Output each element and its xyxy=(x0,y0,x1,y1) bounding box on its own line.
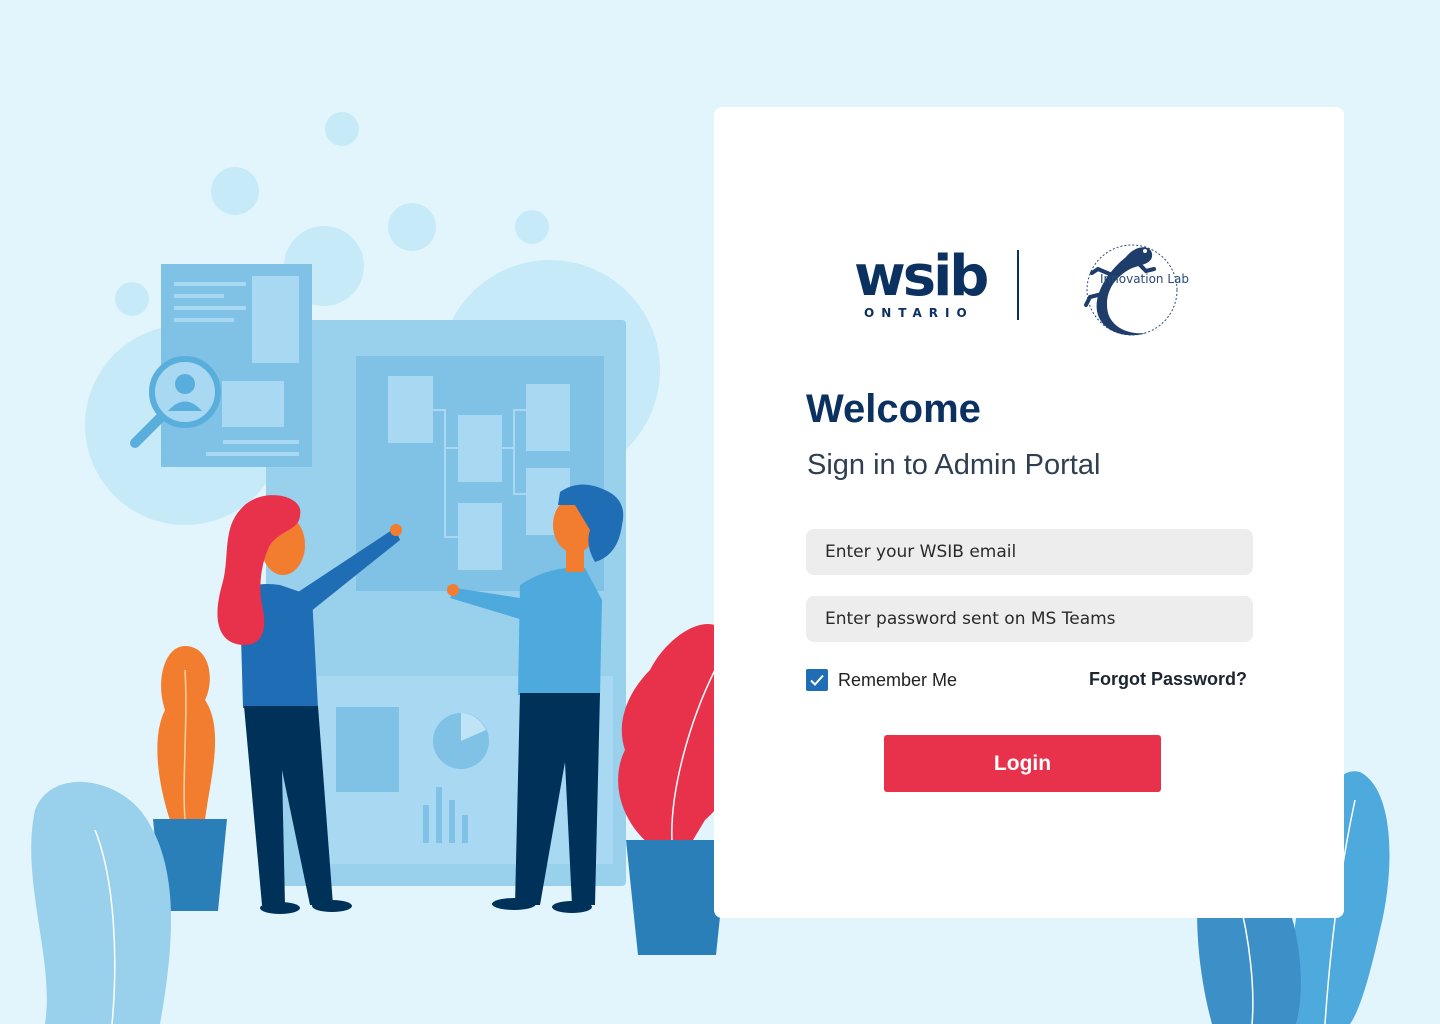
checkmark-icon xyxy=(810,674,824,686)
login-button[interactable]: Login xyxy=(884,735,1161,792)
forgot-password-link[interactable]: Forgot Password? xyxy=(1089,669,1247,690)
page-title: Welcome xyxy=(806,387,981,431)
salamander-icon xyxy=(1084,244,1178,336)
remember-me-label: Remember Me xyxy=(838,669,958,690)
wsib-logo-text: wsib xyxy=(854,244,989,309)
email-field[interactable] xyxy=(806,529,1253,575)
brand-logos: wsib ONTARIO Innovation Lab xyxy=(854,235,1204,345)
remember-me-toggle[interactable]: Remember Me xyxy=(806,669,957,691)
profile-document xyxy=(130,264,312,467)
logo-divider xyxy=(1017,250,1019,320)
wsib-logo-subtitle: ONTARIO xyxy=(864,306,974,320)
login-card: wsib ONTARIO Innovation Lab Welcome Sign… xyxy=(714,107,1344,918)
password-field[interactable] xyxy=(806,596,1253,642)
innovation-lab-label: Innovation Lab xyxy=(1100,272,1190,286)
page-subtitle: Sign in to Admin Portal xyxy=(807,449,1101,481)
left-leaf xyxy=(31,781,172,1024)
remember-me-checkbox[interactable] xyxy=(806,669,828,691)
